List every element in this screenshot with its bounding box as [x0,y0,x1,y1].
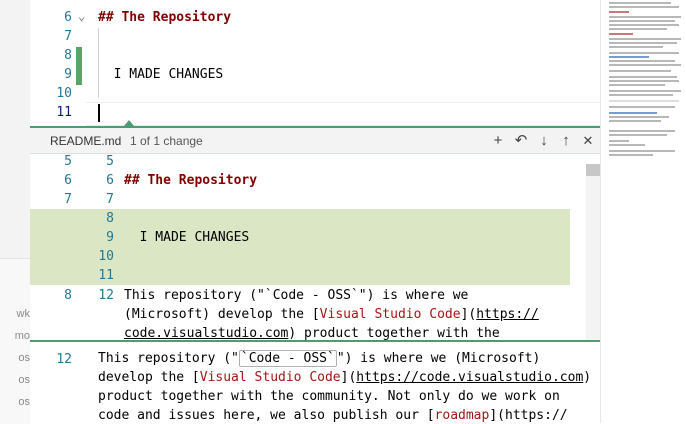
line-number: 6 [64,10,72,25]
sidebar-item-fragment[interactable]: os [0,374,30,386]
minimap-line [609,130,675,132]
code-line: (Microsoft) develop the [Visual Studio C… [124,307,539,322]
minimap-line [609,33,633,35]
minimap[interactable] [600,0,686,423]
explorer-sidebar: wk mo os os os [0,0,30,424]
minimap-line [609,52,679,54]
minimap-line [609,38,681,40]
modified-line-number: 5 [106,154,114,169]
minimap-line [609,2,671,4]
modified-line-number: 11 [98,268,114,283]
fold-chevron-icon[interactable]: ⌄ [78,9,85,23]
code-line: ## The Repository [124,173,258,188]
minimap-line [609,80,679,82]
minimap-line [609,116,669,118]
minimap-line [609,70,671,72]
line-number: 7 [64,29,72,44]
code-line: This repository ("`Code - OSS`") is wher… [124,288,469,303]
minimap-line [609,24,679,26]
code-line: code and issues here, we also publish ou… [98,408,568,423]
minimap-line [609,60,675,62]
text-cursor [98,104,100,122]
peek-scrollbar[interactable] [586,164,600,340]
modified-line-number: 6 [106,173,114,188]
original-line-number: 5 [64,154,72,169]
minimap-line [609,16,681,18]
sidebar-item-fragment[interactable]: os [0,396,30,408]
line-number: 8 [64,48,72,63]
minimap-line [609,150,675,152]
minimap-line [609,56,649,58]
minimap-line [609,112,657,114]
modified-line-number: 7 [106,192,114,207]
modified-line-number: 8 [106,211,114,226]
diff-peek-header: README.md 1 of 1 change + ↶ ↓ ↑ ✕ [30,128,600,154]
minimap-line [609,120,661,122]
minimap-line [609,28,667,30]
stage-change-button[interactable]: + [488,131,508,151]
minimap-line [609,106,675,108]
code-line: I MADE CHANGES [124,230,250,245]
code-line: ## The Repository [98,10,232,25]
minimap-line [609,140,629,142]
modified-line-number: 9 [106,230,114,245]
line-number-current: 11 [56,105,72,120]
minimap-line [609,84,665,86]
editor-top[interactable]: 5 6 ⌄ ## The Repository 7 8 9 I MADE CHA… [30,0,600,126]
peek-scrollbar-thumb[interactable] [586,164,600,176]
indent-guide [98,28,99,98]
revert-change-button[interactable]: ↶ [511,131,531,151]
sidebar-item-fragment[interactable]: mo [0,330,30,342]
minimap-line [609,76,677,78]
line-number: 10 [56,86,72,101]
line-number: 9 [64,67,72,82]
minimap-line [609,20,675,22]
modified-line-number: 12 [98,288,114,303]
line-number: 12 [56,352,72,367]
minimap-line [609,46,663,48]
minimap-slider[interactable] [609,100,679,102]
sidebar-item-fragment[interactable]: os [0,352,30,364]
code-line: product together with the community. Not… [98,389,560,404]
current-line-highlight [86,102,600,126]
added-lines-gutter-marker[interactable] [76,47,82,85]
minimap-line [609,144,645,146]
code-line: develop the [Visual Studio Code](https:/… [98,370,592,385]
line-number: 5 [30,0,72,4]
code-line: This repository ("`Code - OSS`") is wher… [98,350,541,367]
original-line-number: 7 [64,192,72,207]
minimap-line [609,154,653,156]
minimap-line [609,90,681,92]
minimap-line [609,64,681,66]
close-peek-button[interactable]: ✕ [578,131,598,151]
modified-line-number: 10 [98,249,114,264]
original-line-number: 8 [64,288,72,303]
minimap-line [609,6,679,8]
next-change-button[interactable]: ↓ [534,131,554,151]
minimap-line [609,11,629,13]
peek-file-name[interactable]: README.md [50,134,121,148]
code-line: code.visualstudio.com) product together … [124,326,500,340]
minimap-line [609,134,667,136]
minimap-line [609,94,673,96]
previous-change-button[interactable]: ↑ [556,131,576,151]
diff-peek-editor[interactable]: 5 5 6 6 ## The Repository 7 7 8 9 I MADE… [30,154,600,340]
editor-bottom[interactable]: 12 This repository (" `Code - OSS` ") is w… [30,342,600,423]
original-line-number: 6 [64,173,72,188]
minimap-line [609,42,677,44]
code-line: I MADE CHANGES [98,67,224,82]
peek-change-count: 1 of 1 change [130,134,203,148]
sidebar-item-fragment[interactable]: wk [0,308,30,320]
